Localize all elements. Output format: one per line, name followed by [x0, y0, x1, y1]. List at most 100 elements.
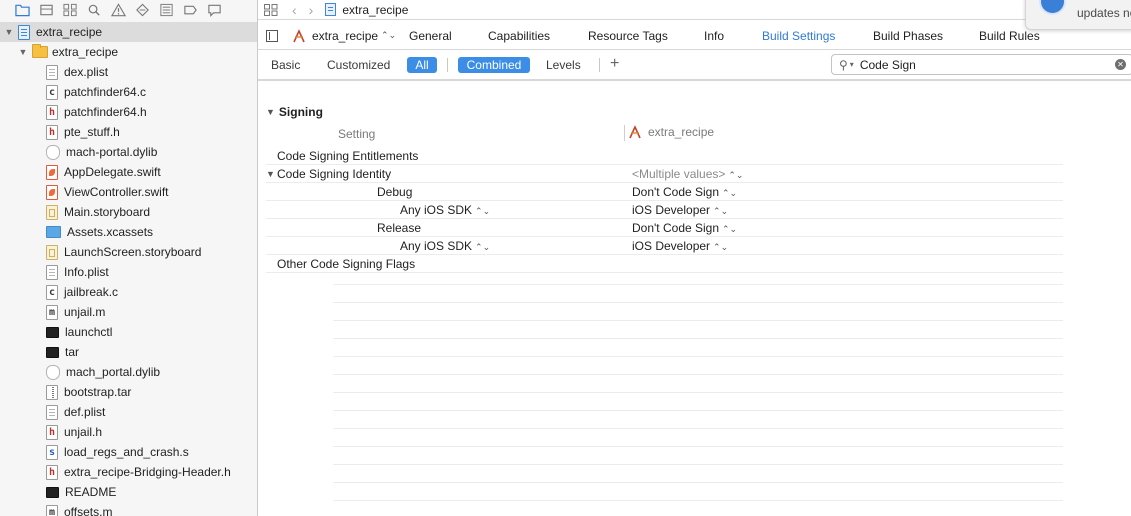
sidebar-toggle-icon[interactable] — [266, 29, 278, 42]
disclosure-triangle-icon[interactable]: ▼ — [4, 27, 14, 37]
setting-row[interactable]: Code Signing Entitlements — [266, 147, 1063, 165]
folder-icon — [32, 44, 48, 58]
find-icon[interactable] — [82, 1, 106, 19]
tree-item-file[interactable]: c jailbreak.c — [0, 282, 257, 302]
tree-item-file[interactable]: m unjail.m — [0, 302, 257, 322]
notification-banner[interactable]: updates no — [1025, 0, 1131, 30]
tree-item-file[interactable]: h extra_recipe-Bridging-Header.h — [0, 462, 257, 482]
divider — [447, 58, 448, 72]
combined-button[interactable]: Combined — [458, 57, 530, 73]
tree-item-label: Assets.xcassets — [67, 225, 154, 239]
tree-item-file[interactable]: Assets.xcassets — [0, 222, 257, 242]
tree-item-file[interactable]: h pte_stuff.h — [0, 122, 257, 142]
search-input[interactable] — [859, 57, 1100, 72]
tree-item-file[interactable]: tar — [0, 342, 257, 362]
tree-item-file[interactable]: s load_regs_and_crash.s — [0, 442, 257, 462]
tree-item-file[interactable]: def.plist — [0, 402, 257, 422]
tab-build-phases[interactable]: Build Phases — [873, 29, 943, 43]
tree-item-file[interactable]: mach-portal.dylib — [0, 142, 257, 162]
disclosure-triangle-icon[interactable]: ▼ — [266, 169, 275, 179]
tree-item-label: extra_recipe — [52, 45, 119, 59]
issue-warning-icon[interactable] — [106, 1, 130, 19]
report-navigator-icon[interactable] — [202, 1, 226, 19]
disclosure-triangle-icon[interactable]: ▼ — [18, 47, 28, 57]
levels-button[interactable]: Levels — [546, 57, 581, 73]
setting-row[interactable]: Any iOS SDK ⌃⌄ iOS Developer ⌃⌄ — [266, 237, 1063, 255]
tree-item-file[interactable]: README — [0, 482, 257, 502]
empty-grid-line — [333, 338, 1063, 339]
tree-item-file[interactable]: Main.storyboard — [0, 202, 257, 222]
setting-row[interactable]: Any iOS SDK ⌃⌄ iOS Developer ⌃⌄ — [266, 201, 1063, 219]
target-selector[interactable]: extra_recipe ⌃⌄ — [292, 29, 396, 43]
setting-value[interactable]: Don't Code Sign ⌃⌄ — [632, 185, 737, 199]
setting-value[interactable]: iOS Developer ⌃⌄ — [632, 239, 728, 253]
tree-item-file[interactable]: h patchfinder64.h — [0, 102, 257, 122]
breadcrumb[interactable]: extra_recipe — [342, 3, 408, 17]
empty-grid-line — [333, 356, 1063, 357]
disclosure-triangle-icon[interactable]: ▼ — [266, 107, 275, 117]
setting-name: Release — [377, 221, 421, 235]
debug-navigator-icon[interactable] — [154, 1, 178, 19]
tree-item-file[interactable]: ViewController.swift — [0, 182, 257, 202]
forward-arrow-icon[interactable]: › — [309, 2, 314, 18]
tab-resource-tags[interactable]: Resource Tags — [588, 29, 668, 43]
tree-item-file[interactable]: c patchfinder64.c — [0, 82, 257, 102]
tab-info[interactable]: Info — [704, 29, 724, 43]
section-header[interactable]: ▼ Signing — [266, 105, 323, 119]
tree-item-file[interactable]: dex.plist — [0, 62, 257, 82]
executable-file-icon — [46, 486, 59, 498]
setting-row[interactable]: Other Code Signing Flags — [266, 255, 1063, 273]
setting-row[interactable]: ▼ Code Signing Identity <Multiple values> ⌃… — [266, 165, 1063, 183]
test-navigator-icon[interactable] — [130, 1, 154, 19]
tree-item-group[interactable]: ▼ extra_recipe — [0, 42, 257, 62]
empty-grid-line — [333, 446, 1063, 447]
tree-item-file[interactable]: Info.plist — [0, 262, 257, 282]
popup-arrows-icon[interactable]: ⌃⌄ — [475, 242, 490, 252]
setting-value[interactable]: Don't Code Sign ⌃⌄ — [632, 221, 737, 235]
breakpoint-navigator-icon[interactable] — [178, 1, 202, 19]
tree-item-file[interactable]: launchctl — [0, 322, 257, 342]
tree-item-label: unjail.h — [64, 425, 103, 439]
basic-button[interactable]: Basic — [271, 57, 300, 73]
setting-name: Code Signing Identity — [277, 167, 391, 181]
tree-item-file[interactable]: LaunchScreen.storyboard — [0, 242, 257, 262]
source-control-icon[interactable] — [34, 1, 58, 19]
tree-item-file[interactable]: bootstrap.tar — [0, 382, 257, 402]
back-arrow-icon[interactable]: ‹ — [292, 2, 297, 18]
asset-catalog-icon — [46, 226, 61, 238]
project-file-icon — [325, 3, 337, 16]
setting-value[interactable]: <Multiple values> ⌃⌄ — [632, 167, 743, 181]
search-field[interactable]: ⚲ ▾ ✕ — [831, 54, 1131, 75]
add-setting-icon[interactable]: + — [610, 55, 619, 73]
tab-build-rules[interactable]: Build Rules — [979, 29, 1040, 43]
tree-item-label: Info.plist — [64, 265, 109, 279]
setting-row[interactable]: Debug Don't Code Sign ⌃⌄ — [266, 183, 1063, 201]
related-items-icon[interactable] — [264, 3, 278, 16]
tab-capabilities[interactable]: Capabilities — [488, 29, 550, 43]
tab-build-settings[interactable]: Build Settings — [762, 29, 835, 43]
assembly-file-icon: s — [46, 444, 58, 460]
popup-arrows-icon: ⌃⌄ — [713, 206, 729, 216]
symbol-navigator-icon[interactable] — [58, 1, 82, 19]
filter-bar: Basic Customized All Combined Levels + ⚲… — [258, 50, 1131, 80]
setting-value[interactable]: iOS Developer ⌃⌄ — [632, 203, 728, 217]
tree-item-label: load_regs_and_crash.s — [64, 445, 189, 459]
tree-item-file[interactable]: m offsets.m — [0, 502, 257, 516]
popup-arrows-icon[interactable]: ⌃⌄ — [475, 206, 490, 216]
file-tree: ▼ extra_recipe ▼ extra_recipe dex.plist c… — [0, 22, 257, 516]
setting-name: Other Code Signing Flags — [277, 257, 415, 271]
customized-button[interactable]: Customized — [327, 57, 390, 73]
empty-grid-line — [333, 374, 1063, 375]
clear-search-icon[interactable]: ✕ — [1115, 59, 1126, 70]
setting-row[interactable]: Release Don't Code Sign ⌃⌄ — [266, 219, 1063, 237]
folder-navigator-icon[interactable] — [10, 1, 34, 19]
tree-item-file[interactable]: mach_portal.dylib — [0, 362, 257, 382]
tab-general[interactable]: General — [409, 29, 452, 43]
column-divider — [624, 125, 625, 141]
tree-item-project[interactable]: ▼ extra_recipe — [0, 22, 257, 42]
chevron-down-icon[interactable]: ▾ — [850, 60, 854, 69]
tree-item-file[interactable]: AppDelegate.swift — [0, 162, 257, 182]
all-button[interactable]: All — [407, 57, 437, 73]
tree-item-file[interactable]: h unjail.h — [0, 422, 257, 442]
popup-arrows-icon: ⌃⌄ — [728, 170, 744, 180]
